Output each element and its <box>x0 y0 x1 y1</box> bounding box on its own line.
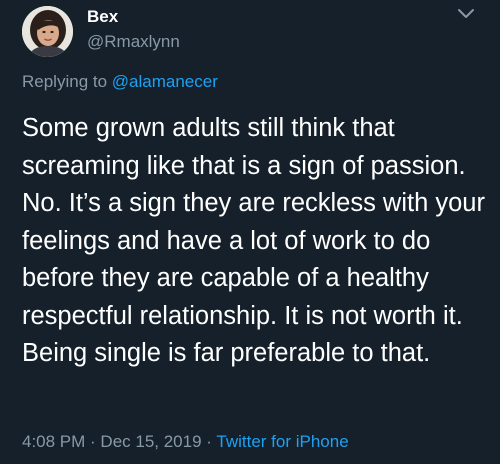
tweet-card: Bex @Rmaxlynn Replying to @alamanecer So… <box>0 0 500 464</box>
tweet-time[interactable]: 4:08 PM <box>22 432 85 451</box>
tweet-date[interactable]: Dec 15, 2019 <box>100 432 201 451</box>
tweet-source-link[interactable]: Twitter for iPhone <box>216 432 348 451</box>
avatar[interactable] <box>22 6 73 57</box>
reply-mention-link[interactable]: @alamanecer <box>112 72 218 91</box>
tweet-metadata: 4:08 PM · Dec 15, 2019 · Twitter for iPh… <box>22 430 349 454</box>
meta-separator: · <box>201 432 217 451</box>
display-name[interactable]: Bex <box>87 6 118 28</box>
chevron-down-icon[interactable] <box>455 6 477 22</box>
tweet-body: Some grown adults still think that screa… <box>22 114 485 367</box>
profile-photo-icon <box>22 6 73 57</box>
user-handle[interactable]: @Rmaxlynn <box>87 31 180 53</box>
replying-to-label: Replying to <box>22 72 112 91</box>
meta-separator: · <box>85 432 101 451</box>
replying-to-line: Replying to @alamanecer <box>22 70 218 94</box>
